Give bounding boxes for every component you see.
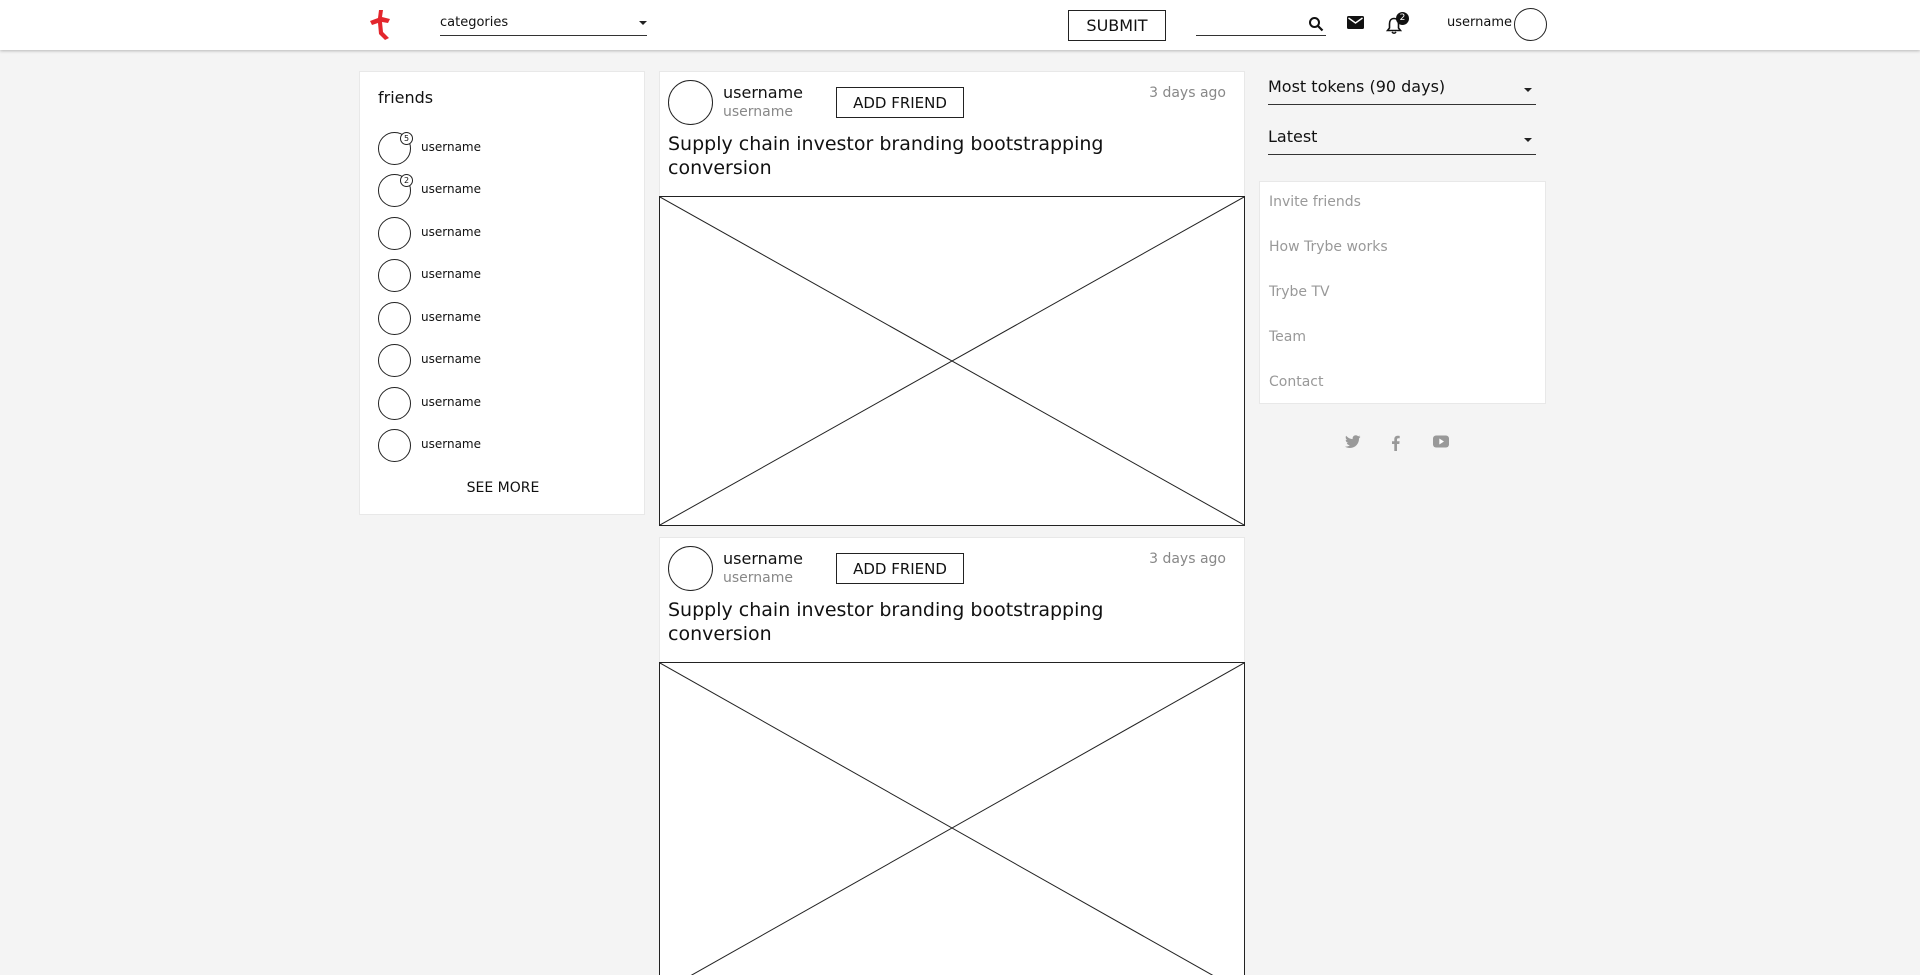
friends-panel: friends 5 username 2 username username u… xyxy=(359,71,645,515)
friend-badge: 2 xyxy=(400,174,413,187)
post-timestamp: 3 days ago xyxy=(1149,85,1226,101)
friends-title: friends xyxy=(378,88,434,107)
friend-item[interactable]: username xyxy=(378,302,618,336)
link-contact[interactable]: Contact xyxy=(1269,374,1323,390)
friend-item[interactable]: username xyxy=(378,217,618,251)
friend-name: username xyxy=(421,352,481,366)
search-input[interactable] xyxy=(1196,14,1301,35)
post-card: username username ADD FRIEND 3 days ago … xyxy=(659,71,1245,526)
friend-item[interactable]: username xyxy=(378,429,618,463)
notifications-badge: 2 xyxy=(1396,12,1409,25)
post-author-name[interactable]: username xyxy=(723,83,803,102)
post-title[interactable]: Supply chain investor branding bootstrap… xyxy=(668,132,1138,180)
link-team[interactable]: Team xyxy=(1269,329,1306,345)
categories-label: categories xyxy=(440,15,509,30)
post-image-placeholder[interactable] xyxy=(659,662,1245,975)
friend-name: username xyxy=(421,182,481,196)
friend-avatar xyxy=(378,344,411,377)
notifications-button[interactable]: 2 xyxy=(1386,12,1409,36)
caret-down-icon xyxy=(1524,138,1532,142)
header-username[interactable]: username xyxy=(1447,15,1512,30)
submit-button[interactable]: SUBMIT xyxy=(1068,10,1166,41)
mail-icon[interactable] xyxy=(1347,16,1364,30)
top-navbar: categories SUBMIT 2 username xyxy=(0,0,1920,50)
post-title[interactable]: Supply chain investor branding bootstrap… xyxy=(668,598,1138,646)
trybe-logo-icon[interactable] xyxy=(370,10,392,40)
post-card: username username ADD FRIEND 3 days ago … xyxy=(659,537,1245,975)
caret-down-icon xyxy=(639,21,647,25)
friend-avatar xyxy=(378,259,411,292)
image-placeholder-icon xyxy=(660,663,1244,975)
post-image-placeholder[interactable] xyxy=(659,196,1245,526)
youtube-icon[interactable] xyxy=(1433,435,1449,448)
caret-down-icon xyxy=(1524,88,1532,92)
friend-badge: 5 xyxy=(400,132,413,145)
friend-avatar xyxy=(378,302,411,335)
friend-avatar xyxy=(378,429,411,462)
friend-avatar xyxy=(378,217,411,250)
friend-name: username xyxy=(421,225,481,239)
friend-name: username xyxy=(421,395,481,409)
post-timestamp: 3 days ago xyxy=(1149,551,1226,567)
add-friend-button[interactable]: ADD FRIEND xyxy=(836,87,964,118)
add-friend-button[interactable]: ADD FRIEND xyxy=(836,553,964,584)
post-author-avatar[interactable] xyxy=(668,546,713,591)
link-how-trybe-works[interactable]: How Trybe works xyxy=(1269,239,1388,255)
friend-item[interactable]: 2 username xyxy=(378,174,618,208)
friend-item[interactable]: username xyxy=(378,259,618,293)
friend-name: username xyxy=(421,140,481,154)
friend-name: username xyxy=(421,267,481,281)
sort-order-dropdown[interactable]: Latest xyxy=(1268,123,1536,155)
friend-avatar xyxy=(378,387,411,420)
post-author-handle: username xyxy=(723,104,793,120)
friend-item[interactable]: username xyxy=(378,387,618,421)
sort-order-label: Latest xyxy=(1268,127,1318,146)
friend-item[interactable]: username xyxy=(378,344,618,378)
sort-period-dropdown[interactable]: Most tokens (90 days) xyxy=(1268,73,1536,105)
link-trybe-tv[interactable]: Trybe TV xyxy=(1269,284,1330,300)
post-author-avatar[interactable] xyxy=(668,80,713,125)
post-author-handle: username xyxy=(723,570,793,586)
sort-period-label: Most tokens (90 days) xyxy=(1268,77,1446,96)
facebook-icon[interactable] xyxy=(1391,435,1400,451)
image-placeholder-icon xyxy=(660,197,1244,525)
friend-name: username xyxy=(421,437,481,451)
link-invite-friends[interactable]: Invite friends xyxy=(1269,194,1361,210)
see-more-link[interactable]: SEE MORE xyxy=(360,480,646,496)
search-box xyxy=(1196,13,1326,36)
friend-item[interactable]: 5 username xyxy=(378,132,618,166)
post-author-name[interactable]: username xyxy=(723,549,803,568)
twitter-icon[interactable] xyxy=(1345,435,1361,449)
info-links-panel: Invite friends How Trybe works Trybe TV … xyxy=(1259,181,1546,404)
header-avatar[interactable] xyxy=(1514,8,1547,41)
friend-name: username xyxy=(421,310,481,324)
search-icon[interactable] xyxy=(1308,16,1324,32)
categories-dropdown[interactable]: categories xyxy=(440,13,647,36)
